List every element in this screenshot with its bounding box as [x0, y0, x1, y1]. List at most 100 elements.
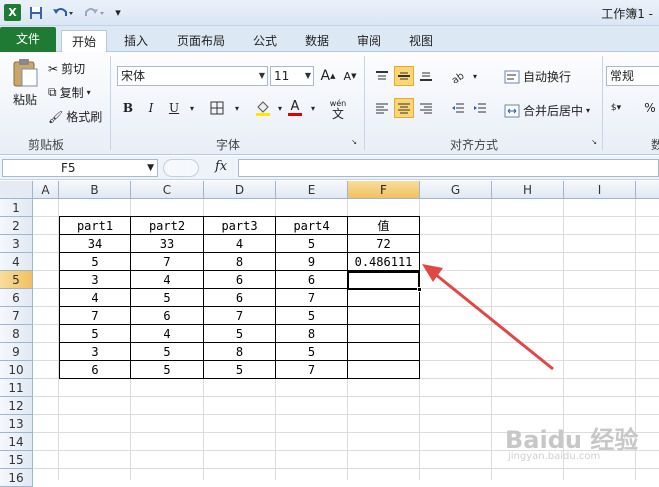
tab-view[interactable]: 视图: [409, 30, 433, 52]
tab-home[interactable]: 开始: [61, 30, 108, 53]
chevron-down-icon[interactable]: ▾: [182, 98, 202, 118]
column-header-h[interactable]: H: [492, 181, 564, 199]
table-cell[interactable]: 3: [59, 271, 131, 289]
align-center-button[interactable]: [394, 98, 414, 118]
table-cell[interactable]: 7: [276, 289, 348, 307]
column-header-c[interactable]: C: [131, 181, 204, 199]
chevron-down-icon[interactable]: ▾: [303, 98, 323, 118]
table-cell[interactable]: 4: [131, 325, 204, 343]
row-header-4[interactable]: 4: [0, 253, 33, 271]
cut-button[interactable]: ✂ 剪切: [48, 60, 85, 77]
row-header-13[interactable]: 13: [0, 415, 33, 433]
column-header-e[interactable]: E: [276, 181, 348, 199]
table-header-cell[interactable]: part1: [59, 216, 131, 235]
row-header-5[interactable]: 5: [0, 271, 33, 289]
table-cell[interactable]: 4: [131, 271, 204, 289]
tab-formulas[interactable]: 公式: [253, 30, 277, 52]
name-box[interactable]: F5 ▼: [2, 159, 158, 177]
font-size-select[interactable]: 11 ▼: [270, 66, 314, 86]
row-header-10[interactable]: 10: [0, 361, 33, 379]
grow-font-button[interactable]: A ▲: [318, 66, 338, 86]
table-cell[interactable]: 5: [204, 361, 276, 379]
table-cell[interactable]: 8: [204, 343, 276, 361]
table-cell[interactable]: 5: [59, 253, 131, 271]
align-middle-button[interactable]: [394, 66, 414, 86]
row-header-8[interactable]: 8: [0, 325, 33, 343]
table-cell[interactable]: 5: [276, 235, 348, 253]
row-header-12[interactable]: 12: [0, 397, 33, 415]
tab-page-layout[interactable]: 页面布局: [177, 30, 225, 52]
align-left-button[interactable]: [372, 98, 392, 118]
table-header-cell[interactable]: part4: [276, 216, 348, 235]
table-cell[interactable]: 8: [276, 325, 348, 343]
underline-button[interactable]: U: [164, 98, 184, 118]
row-header-16[interactable]: 16: [0, 469, 33, 487]
table-cell[interactable]: 9: [276, 253, 348, 271]
chevron-down-icon[interactable]: ▾: [227, 98, 247, 118]
insert-function-icon[interactable]: fx: [215, 159, 227, 174]
row-header-2[interactable]: 2: [0, 217, 33, 235]
table-cell[interactable]: 8: [204, 253, 276, 271]
table-cell[interactable]: 7: [276, 361, 348, 379]
table-cell[interactable]: 7: [59, 307, 131, 325]
wrap-text-button[interactable]: 自动换行: [504, 68, 571, 85]
table-cell[interactable]: 6: [204, 289, 276, 307]
shrink-font-button[interactable]: A ▼: [340, 66, 360, 86]
tab-insert[interactable]: 插入: [124, 30, 148, 52]
tab-file[interactable]: 文件: [0, 27, 56, 52]
redo-icon[interactable]: [82, 4, 108, 21]
row-header-9[interactable]: 9: [0, 343, 33, 361]
table-cell[interactable]: 4: [59, 289, 131, 307]
table-cell[interactable]: 33: [131, 235, 204, 253]
font-color-button[interactable]: A: [285, 98, 305, 118]
align-right-button[interactable]: [416, 98, 436, 118]
table-cell[interactable]: 7: [131, 253, 204, 271]
tab-review[interactable]: 审阅: [357, 30, 381, 52]
row-header-3[interactable]: 3: [0, 235, 33, 253]
borders-button[interactable]: [207, 98, 227, 118]
customize-toolbar-icon[interactable]: ▾: [112, 4, 124, 21]
column-header-d[interactable]: D: [204, 181, 276, 199]
column-header-i[interactable]: I: [564, 181, 636, 199]
decrease-indent-button[interactable]: [448, 98, 468, 118]
row-header-1[interactable]: 1: [0, 199, 33, 217]
merge-center-button[interactable]: 合并后居中 ▾: [504, 102, 590, 119]
table-header-cell[interactable]: part3: [204, 216, 276, 235]
table-cell[interactable]: 4: [204, 235, 276, 253]
column-header-next[interactable]: [636, 181, 659, 199]
column-header-b[interactable]: B: [59, 181, 131, 199]
table-cell[interactable]: 6: [204, 271, 276, 289]
table-cell[interactable]: 3: [59, 343, 131, 361]
phonetic-guide-button[interactable]: wén 文: [326, 96, 350, 122]
select-all-corner[interactable]: [0, 181, 33, 199]
save-icon[interactable]: [28, 4, 44, 21]
row-header-11[interactable]: 11: [0, 379, 33, 397]
table-cell[interactable]: 5: [131, 361, 204, 379]
table-header-cell[interactable]: 值: [348, 216, 420, 235]
table-cell[interactable]: 5: [59, 325, 131, 343]
table-cell[interactable]: 6: [59, 361, 131, 379]
table-cell[interactable]: 34: [59, 235, 131, 253]
increase-indent-button[interactable]: [470, 98, 490, 118]
tab-data[interactable]: 数据: [305, 30, 329, 52]
bold-button[interactable]: B: [118, 98, 138, 118]
table-cell[interactable]: 6: [276, 271, 348, 289]
alignment-dialog-launcher-icon[interactable]: ↘: [588, 136, 600, 148]
align-bottom-button[interactable]: [416, 66, 436, 86]
row-header-14[interactable]: 14: [0, 433, 33, 451]
table-cell[interactable]: 5: [276, 343, 348, 361]
row-header-6[interactable]: 6: [0, 289, 33, 307]
chevron-down-icon[interactable]: ▾: [465, 66, 485, 86]
font-dialog-launcher-icon[interactable]: ↘: [348, 136, 360, 148]
undo-icon[interactable]: [50, 4, 76, 21]
percent-style-button[interactable]: %: [640, 98, 659, 118]
paste-button[interactable]: 粘贴: [8, 58, 42, 108]
formula-input[interactable]: [238, 159, 659, 177]
accounting-format-button[interactable]: $▾: [606, 98, 626, 118]
font-name-select[interactable]: 宋体 ▼: [117, 66, 268, 86]
table-cell[interactable]: 6: [131, 307, 204, 325]
italic-button[interactable]: I: [141, 98, 161, 118]
table-cell[interactable]: 5: [131, 343, 204, 361]
number-format-select[interactable]: 常规: [606, 66, 659, 86]
column-header-a[interactable]: A: [33, 181, 59, 199]
